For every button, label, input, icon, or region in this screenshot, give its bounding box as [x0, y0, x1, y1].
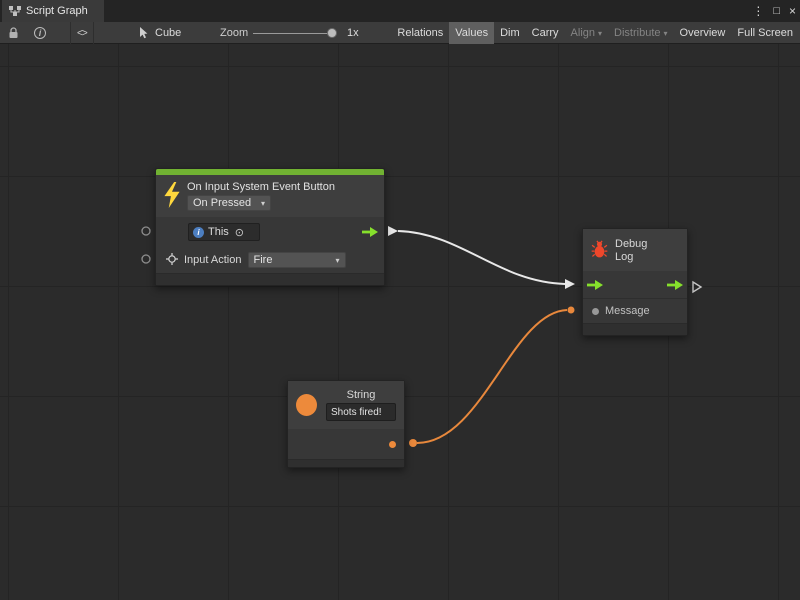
lock-icon[interactable] [8, 22, 19, 44]
carry-button[interactable]: Carry [526, 22, 565, 44]
align-button[interactable]: Align▾ [565, 22, 608, 44]
string-output-row [288, 429, 404, 459]
debug-method: Log [615, 251, 647, 263]
string-output-port-icon[interactable] [389, 441, 396, 448]
object-picker-icon[interactable]: ⊙ [235, 226, 244, 239]
string-value-input[interactable]: Shots fired! [326, 403, 396, 421]
this-info-icon: i [193, 227, 204, 238]
debug-flow-row [583, 271, 687, 299]
target-object-label[interactable]: Cube [155, 22, 181, 44]
values-button[interactable]: Values [449, 22, 494, 44]
script-graph-window: Script Graph ⋮ □ × i <> Cube Zoom 1x Rel… [0, 0, 800, 600]
event-node-header: On Input System Event Button On Pressed … [156, 175, 384, 217]
dim-button[interactable]: Dim [494, 22, 526, 44]
distribute-button[interactable]: Distribute▾ [608, 22, 673, 44]
overview-button[interactable]: Overview [674, 22, 732, 44]
chevron-down-icon: ▾ [664, 29, 668, 38]
string-node-title: String [347, 389, 376, 401]
info-icon[interactable]: i [34, 22, 46, 44]
this-object-field[interactable]: i This ⊙ [188, 223, 260, 241]
debug-node-header: Debug Log [583, 229, 687, 271]
zoom-slider-knob[interactable] [327, 28, 337, 38]
maximize-icon[interactable]: □ [773, 6, 780, 17]
window-menu-icon[interactable]: ⋮ [752, 5, 764, 17]
crosshair-icon [166, 253, 178, 268]
flow-input-port[interactable] [587, 280, 603, 290]
this-row: i This ⊙ [156, 217, 384, 247]
cursor-icon [140, 22, 149, 44]
string-node-header: String Shots fired! [288, 381, 404, 429]
trigger-dropdown[interactable]: On Pressed ▾ [187, 195, 271, 211]
event-node-title: On Input System Event Button [187, 181, 376, 193]
code-icon[interactable]: <> [70, 22, 94, 44]
chevron-down-icon: ▾ [335, 256, 339, 265]
zoom-value: 1x [347, 22, 359, 44]
this-label: This [208, 226, 229, 238]
title-bar: Script Graph ⋮ □ × [0, 0, 800, 22]
message-label: Message [605, 305, 650, 317]
node-footer [156, 273, 384, 285]
chevron-down-icon: ▾ [598, 29, 602, 38]
graph-icon [9, 6, 21, 16]
debug-category: Debug [615, 238, 647, 250]
zoom-label: Zoom [220, 22, 248, 44]
tab-script-graph[interactable]: Script Graph [2, 0, 104, 22]
input-action-label: Input Action [184, 254, 242, 266]
chevron-down-icon: ▾ [261, 199, 265, 208]
bug-icon [591, 240, 608, 261]
node-footer [583, 323, 687, 335]
node-footer [288, 459, 404, 467]
graph-toolbar: i <> Cube Zoom 1x Relations Values Dim C… [0, 22, 800, 44]
zoom-slider[interactable] [253, 22, 335, 44]
debug-log-node[interactable]: Debug Log Message [582, 228, 688, 336]
fullscreen-button[interactable]: Full Screen [731, 22, 799, 44]
close-icon[interactable]: × [789, 5, 796, 17]
message-port-icon[interactable] [592, 308, 599, 315]
flow-output-port[interactable] [362, 227, 378, 237]
relations-button[interactable]: Relations [391, 22, 449, 44]
string-node[interactable]: String Shots fired! [287, 380, 405, 468]
input-action-row: Input Action Fire ▾ [156, 247, 384, 273]
string-type-icon [296, 394, 317, 416]
flow-output-port[interactable] [667, 280, 683, 290]
input-action-dropdown[interactable]: Fire ▾ [248, 252, 346, 268]
on-input-event-node[interactable]: On Input System Event Button On Pressed … [155, 168, 385, 286]
tab-title: Script Graph [26, 5, 88, 17]
message-row: Message [583, 299, 687, 323]
lightning-bolt-icon [164, 182, 180, 211]
